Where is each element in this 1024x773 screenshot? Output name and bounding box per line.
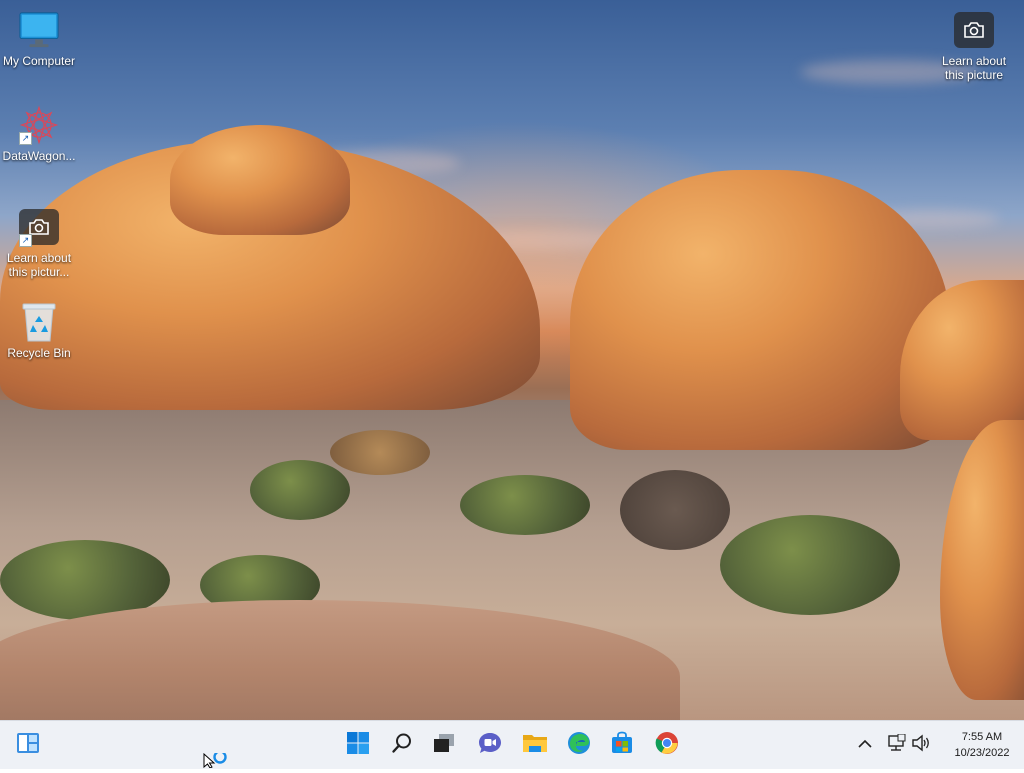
bush [460,475,590,535]
datawagon-logo-icon: ↗ [19,105,59,145]
desktop-background: My Computer ↗ DataWagon... ↗ Learn about… [0,0,1024,720]
chat-icon [478,732,502,759]
taskbar: 7:55 AM 10/23/2022 [0,720,1024,769]
dry-bush [330,430,430,475]
edge-button[interactable] [563,729,595,761]
mouse-cursor [203,750,229,769]
chat-button[interactable] [474,729,506,761]
shortcut-arrow-icon: ↗ [19,234,32,247]
search-icon [391,732,413,759]
folder-icon [522,732,548,759]
file-explorer-button[interactable] [519,729,551,761]
dry-bush [620,470,730,550]
bush [720,515,900,615]
clock[interactable]: 7:55 AM 10/23/2022 [940,721,1024,769]
chrome-icon [655,731,679,760]
chevron-up-icon [858,736,872,754]
desktop-icon-datawagon[interactable]: ↗ DataWagon... [1,105,77,163]
store-button[interactable] [606,729,638,761]
desktop-icon-label: Learn about this pictur... [6,251,72,279]
task-view-button[interactable] [428,729,460,761]
left-rock-top [170,125,350,235]
speaker-icon [911,734,931,757]
desktop-icon-label: My Computer [2,54,76,68]
bush [250,460,350,520]
clock-time: 7:55 AM [961,731,1003,743]
widgets-button[interactable] [12,729,44,761]
camera-icon [954,10,994,50]
task-view-icon [433,733,455,758]
edge-icon [567,731,591,760]
network-status[interactable] [884,729,908,761]
store-icon [610,731,634,760]
shortcut-arrow-icon: ↗ [19,132,32,145]
recycle-bin-icon [19,302,59,342]
clock-date: 10/23/2022 [954,747,1010,759]
desktop-icon-spotlight[interactable]: Learn about this picture [936,10,1012,82]
monitor-icon [19,10,59,50]
search-button[interactable] [386,729,418,761]
desktop-icon-label: DataWagon... [2,149,76,163]
volume-button[interactable] [909,729,933,761]
start-button[interactable] [342,729,374,761]
windows-logo-icon [347,731,369,759]
desktop-icon-recycle-bin[interactable]: Recycle Bin [1,302,77,360]
right-rock-formation [570,170,950,450]
network-icon [886,733,906,757]
desktop-icon-my-computer[interactable]: My Computer [1,10,77,68]
desktop-icon-learn-about-picture[interactable]: ↗ Learn about this pictur... [1,207,77,279]
chrome-button[interactable] [651,729,683,761]
desktop-icon-label: Recycle Bin [7,346,71,360]
show-hidden-icons-button[interactable] [853,729,877,761]
desktop-icon-label: Learn about this picture [941,54,1007,82]
widgets-icon [16,732,40,759]
camera-icon: ↗ [19,207,59,247]
